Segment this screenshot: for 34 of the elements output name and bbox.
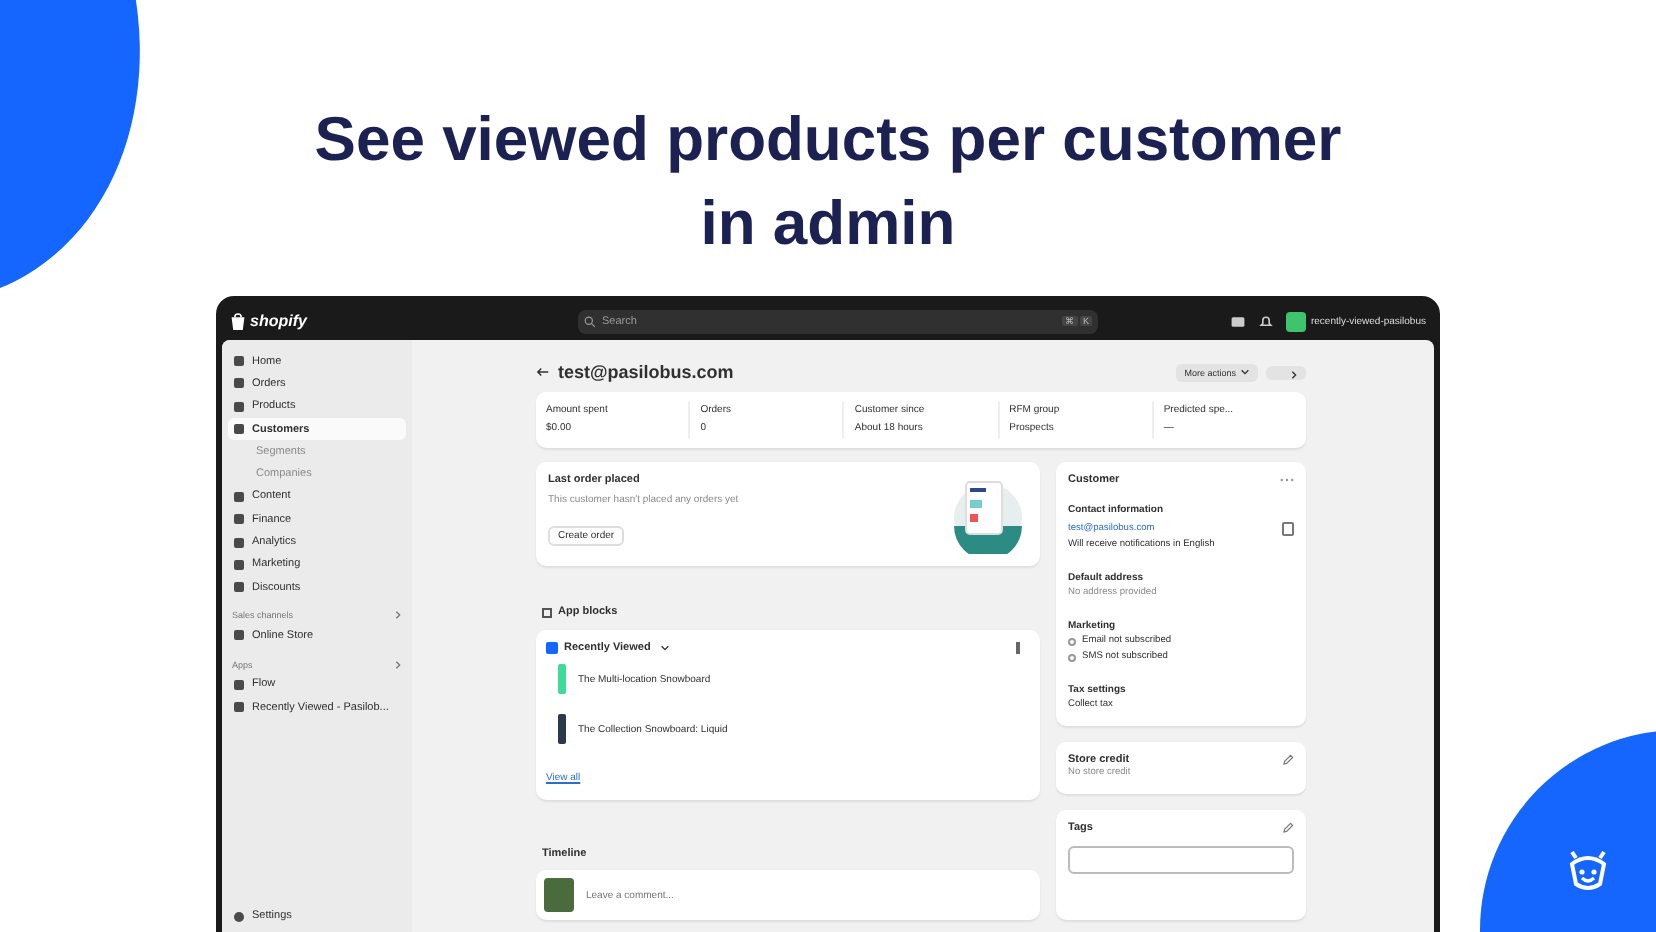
pencil-icon[interactable] bbox=[1282, 754, 1294, 766]
headline: in admin bbox=[700, 186, 956, 262]
pencil-icon[interactable] bbox=[1282, 822, 1294, 834]
search-icon bbox=[584, 315, 596, 327]
app-icon bbox=[546, 642, 558, 654]
nav-icon bbox=[234, 491, 244, 502]
copy-icon[interactable] bbox=[1282, 521, 1294, 535]
product-thumbnail bbox=[558, 714, 566, 744]
caret-icon bbox=[1240, 368, 1250, 377]
nav-icon bbox=[234, 582, 244, 593]
brand-name: shopify bbox=[250, 312, 307, 330]
chevron-icon[interactable] bbox=[394, 659, 402, 670]
photo-placeholder bbox=[544, 878, 574, 912]
bell-icon[interactable] bbox=[1258, 313, 1275, 329]
headline: See viewed products per customer bbox=[314, 102, 1342, 178]
grid-icon bbox=[542, 607, 552, 617]
nav-icon bbox=[234, 401, 244, 412]
smiley-logo-icon bbox=[1564, 848, 1612, 896]
back-arrow-icon[interactable] bbox=[536, 366, 550, 378]
caret-icon[interactable] bbox=[660, 644, 671, 652]
app-icon bbox=[234, 630, 244, 641]
chevron-icon[interactable] bbox=[394, 610, 402, 621]
tags-field[interactable] bbox=[1068, 846, 1294, 874]
store-avatar[interactable] bbox=[1286, 311, 1307, 331]
shopping-bag-icon bbox=[230, 311, 246, 331]
page-title: test@pasilobus.com bbox=[558, 362, 734, 382]
product-thumbnail bbox=[558, 664, 566, 694]
nav-icon bbox=[234, 514, 244, 525]
inbox-icon[interactable] bbox=[1230, 313, 1247, 329]
pager-button[interactable] bbox=[1266, 365, 1306, 379]
app-icon bbox=[234, 702, 244, 712]
nav-icon bbox=[234, 424, 244, 435]
chevron-icon bbox=[1290, 369, 1298, 379]
app-icon bbox=[234, 679, 244, 690]
